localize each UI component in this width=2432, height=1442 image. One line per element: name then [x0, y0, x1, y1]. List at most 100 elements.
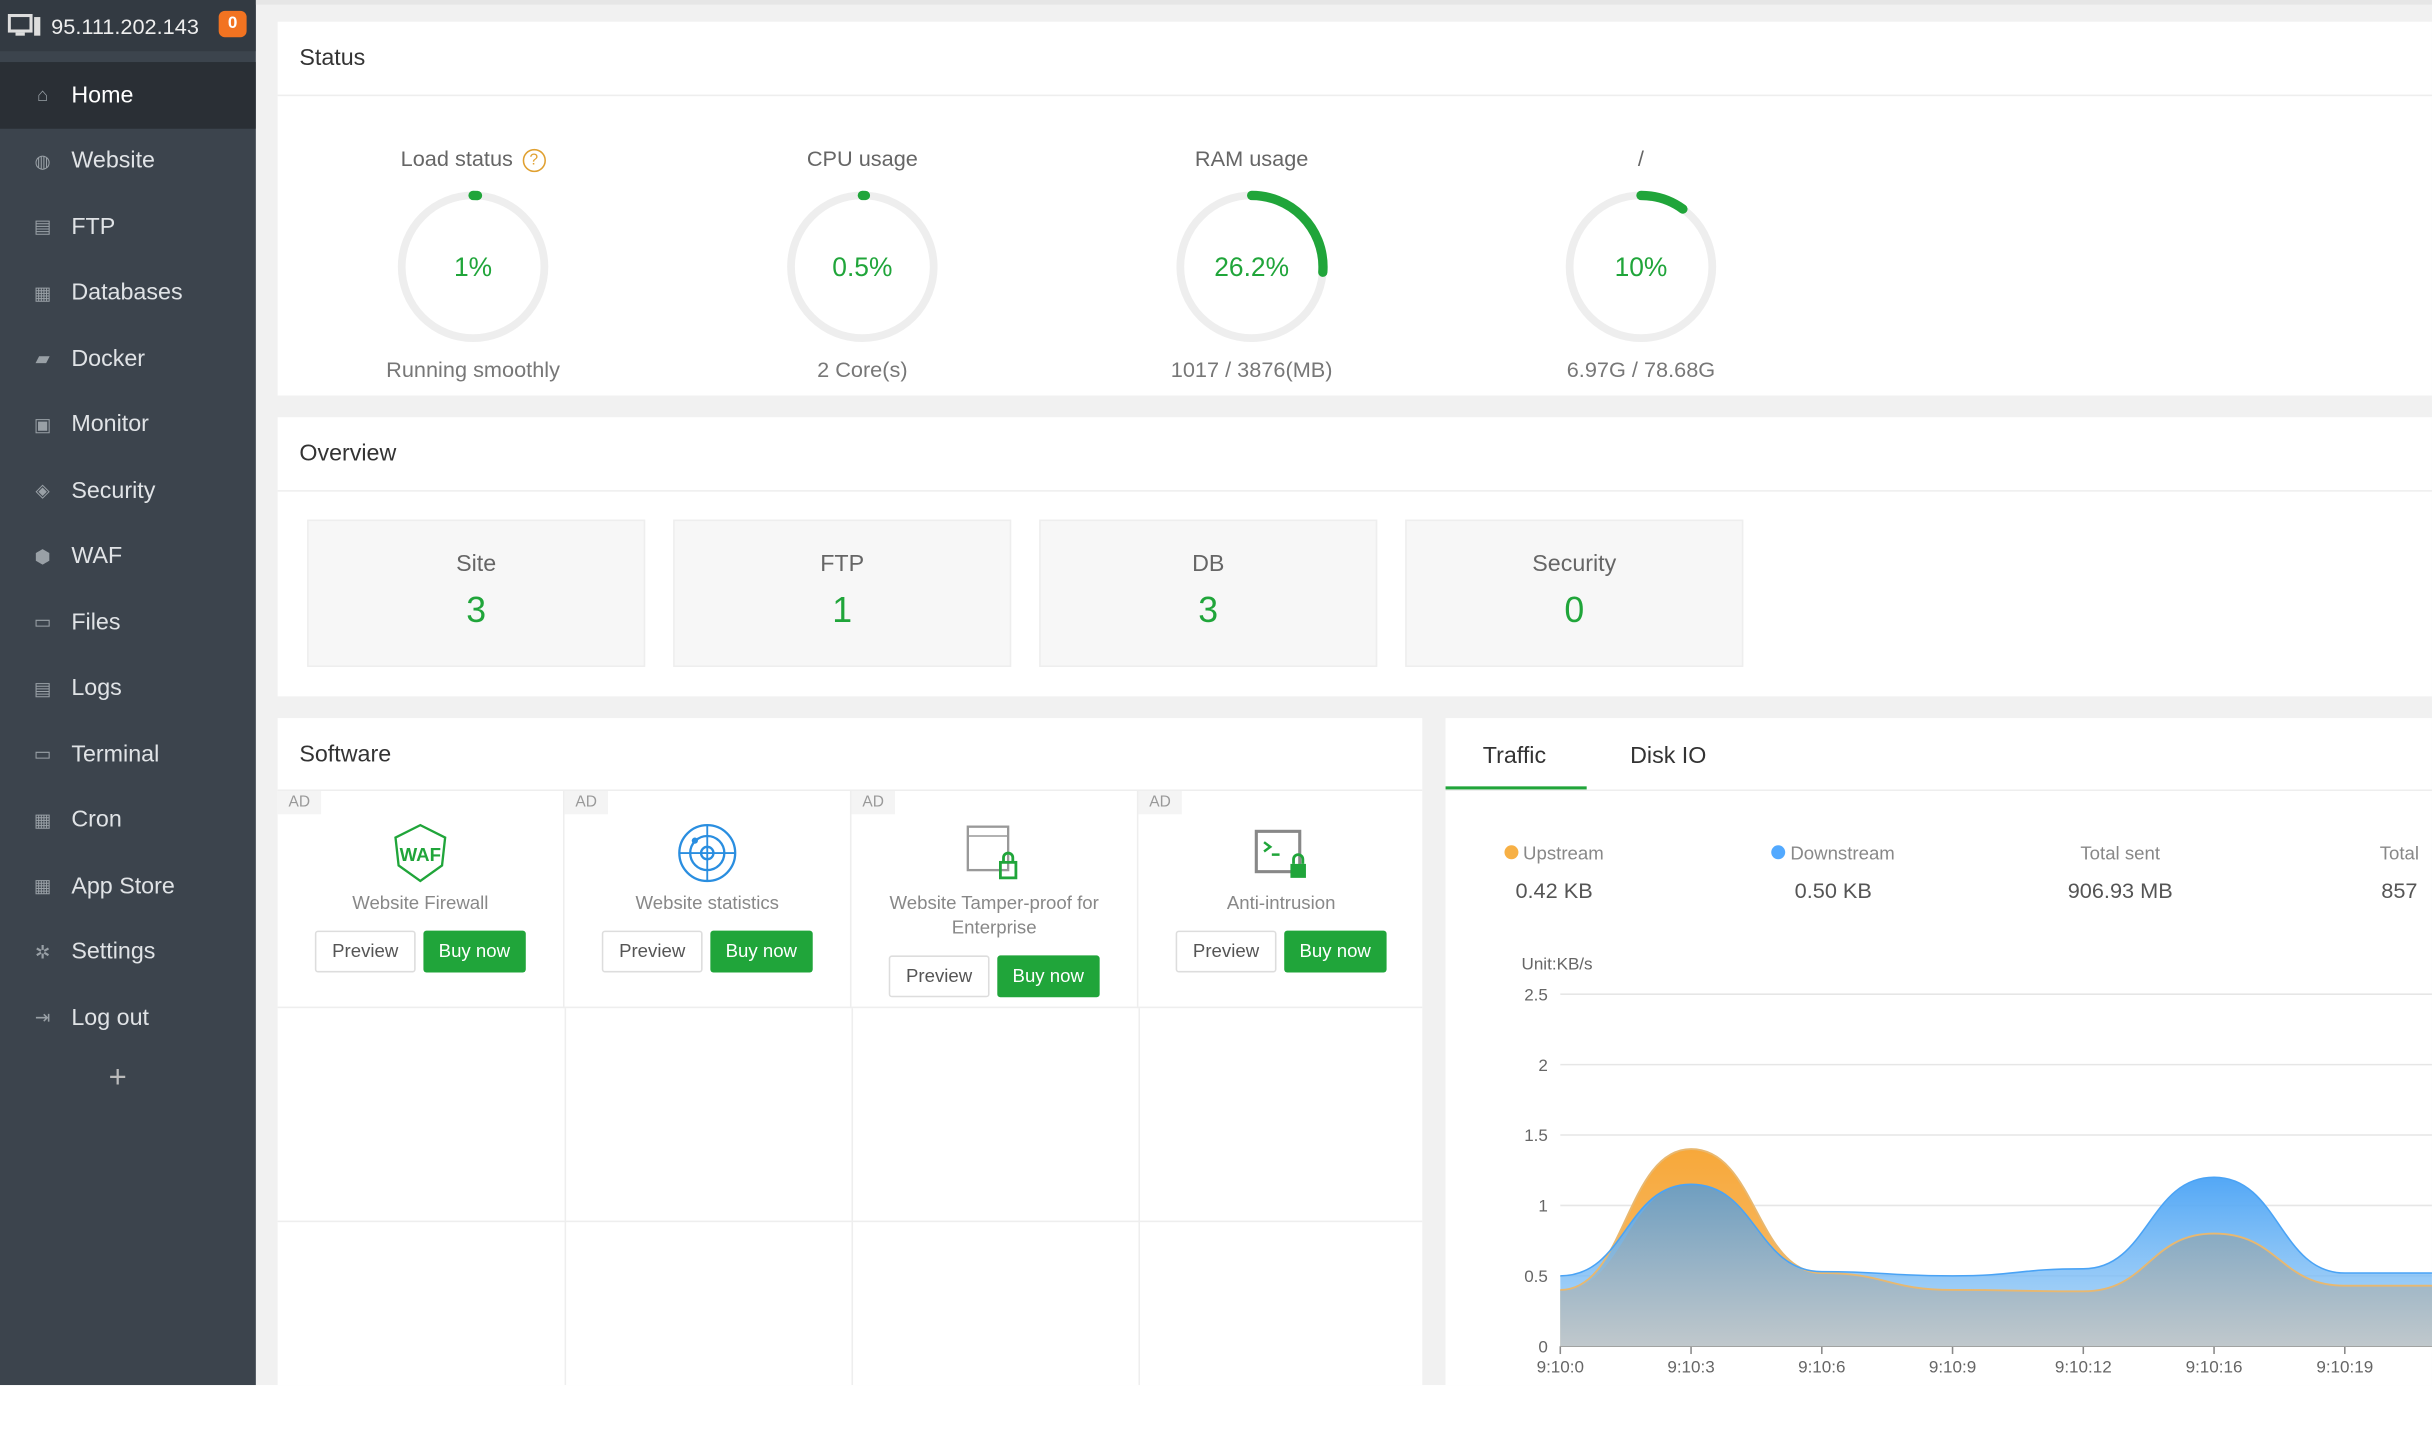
gauge-1: CPU usage 0.5% 2 Core(s) — [738, 146, 986, 382]
y-tick-label: 0 — [1538, 1337, 1547, 1356]
grid-icon: ▦ — [33, 875, 52, 897]
stat-label: Upstream — [1523, 842, 1604, 864]
sidebar-item-waf[interactable]: ⬢ WAF — [0, 523, 256, 589]
home-icon: ⌂ — [37, 84, 49, 106]
sidebar-item-ftp[interactable]: ▤ FTP — [0, 194, 256, 260]
gauge-value: 10% — [1615, 252, 1668, 282]
gauge-ring: 10% — [1564, 190, 1717, 343]
add-menu-button[interactable]: + — [109, 1061, 127, 1097]
gauge-value: 26.2% — [1214, 252, 1289, 282]
notification-badge[interactable]: 0 — [218, 10, 247, 38]
sidebar-item-files[interactable]: ▭ Files — [0, 589, 256, 655]
gauge-value: 0.5% — [832, 252, 892, 282]
buy-now-button[interactable]: Buy now — [1283, 930, 1387, 973]
gauge-label: CPU usage — [806, 145, 918, 171]
preview-button[interactable]: Preview — [315, 930, 416, 973]
software-name: Website Tamper-proof for Enterprise — [889, 891, 1099, 939]
sidebar-item-home[interactable]: ⌂ Home — [0, 62, 256, 128]
server-ip: 95.111.202.143 — [51, 13, 199, 38]
software-card: AD Website Tamper-proof for Enterprise P… — [851, 791, 1139, 1009]
gauge-2: RAM usage 26.2% 1017 / 3876(MB) — [1128, 146, 1376, 382]
svg-text:WAF: WAF — [400, 844, 441, 865]
stat-label: Total sent — [2080, 842, 2161, 864]
radar-icon — [676, 822, 738, 884]
x-tick-label: 9:10:12 — [2055, 1358, 2112, 1377]
overview-count: 3 — [1198, 589, 1219, 630]
sidebar-item-app-store[interactable]: ▦ App Store — [0, 853, 256, 919]
ad-tag: AD — [851, 791, 895, 815]
sidebar-item-terminal[interactable]: ▭ Terminal — [0, 721, 256, 787]
waf-icon: WAF — [389, 822, 451, 884]
sidebar-item-label: Databases — [71, 279, 183, 306]
overview-label: Security — [1532, 550, 1617, 577]
gauge-detail: 2 Core(s) — [817, 356, 908, 382]
overview-card-ftp[interactable]: FTP 1 — [673, 519, 1012, 667]
buy-now-button[interactable]: Buy now — [997, 955, 1100, 998]
tab-disk-io[interactable]: Disk IO — [1630, 743, 1706, 769]
sidebar-item-security[interactable]: ◈ Security — [0, 458, 256, 524]
overview-card-security[interactable]: Security 0 — [1405, 519, 1744, 667]
calendar-icon: ▦ — [33, 809, 52, 831]
x-tick-label: 9:10:19 — [2316, 1358, 2373, 1377]
stat-label: Total — [2379, 842, 2420, 864]
gauge-0: Load status? 1% Running smoothly — [349, 146, 597, 382]
traffic-stat: Total 857 — [2330, 842, 2432, 902]
stat-label: Downstream — [1790, 842, 1895, 864]
buy-now-button[interactable]: Buy now — [423, 930, 526, 973]
stat-value: 857 — [2381, 877, 2418, 903]
gauge-detail: 6.97G / 78.68G — [1566, 356, 1716, 382]
sidebar-item-label: Files — [71, 609, 121, 636]
software-title: Software — [299, 741, 392, 768]
traffic-stat: Downstream 0.50 KB — [1763, 842, 1903, 903]
overview-label: FTP — [820, 550, 865, 577]
status-panel: Status Load status? 1% Running smoothly C… — [277, 21, 2432, 396]
legend-dot — [1504, 845, 1519, 860]
x-tick-label: 9:10:0 — [1537, 1358, 1584, 1377]
sidebar-item-docker[interactable]: ▰ Docker — [0, 326, 256, 392]
preview-button[interactable]: Preview — [888, 955, 990, 998]
sidebar-item-log-out[interactable]: ⇥ Log out — [0, 985, 256, 1051]
software-panel: Software AD WAF Website Firewall Preview… — [277, 718, 1423, 1386]
sidebar-item-website[interactable]: ◍ Website — [0, 128, 256, 194]
globe-icon: ◍ — [34, 150, 51, 172]
overview-count: 3 — [466, 589, 487, 630]
preview-button[interactable]: Preview — [1175, 930, 1277, 973]
gauge-detail: 1017 / 3876(MB) — [1170, 356, 1333, 382]
sidebar-item-label: WAF — [71, 543, 123, 570]
software-name: Website statistics — [635, 891, 779, 914]
sidebar-item-label: Logs — [71, 675, 122, 702]
overview-title: Overview — [299, 440, 397, 467]
overview-panel: Overview Site 3 FTP 1 DB 3 Security 0 — [277, 417, 2432, 697]
software-card: AD Website statistics Preview Buy now — [564, 791, 852, 1009]
tab-traffic[interactable]: Traffic — [1483, 743, 1546, 769]
browser-lock-icon — [963, 822, 1025, 884]
ad-tag: AD — [564, 791, 608, 815]
overview-card-db[interactable]: DB 3 — [1039, 519, 1378, 667]
y-tick-label: 1.5 — [1524, 1126, 1548, 1145]
sidebar-item-databases[interactable]: ▦ Databases — [0, 260, 256, 326]
overview-count: 0 — [1564, 589, 1585, 630]
gauge-detail: Running smoothly — [386, 356, 560, 382]
x-tick-label: 9:10:6 — [1798, 1358, 1845, 1377]
sidebar-item-cron[interactable]: ▦ Cron — [0, 787, 256, 853]
sidebar-item-logs[interactable]: ▤ Logs — [0, 655, 256, 721]
help-icon[interactable]: ? — [522, 148, 546, 172]
preview-button[interactable]: Preview — [602, 930, 703, 973]
gauge-label: / — [1637, 145, 1644, 171]
sidebar-item-label: Terminal — [71, 740, 160, 768]
gauge-ring: 26.2% — [1175, 190, 1328, 343]
database-icon: ▦ — [33, 281, 52, 304]
terminal-icon: ▭ — [33, 743, 52, 766]
sidebar-item-label: Website — [71, 147, 155, 175]
legend-dot — [1771, 845, 1786, 860]
buy-now-button[interactable]: Buy now — [710, 930, 813, 973]
overview-card-site[interactable]: Site 3 — [307, 519, 646, 667]
waf-shield-icon: ⬢ — [34, 545, 51, 568]
sidebar-item-settings[interactable]: ✲ Settings — [0, 919, 256, 985]
traffic-stat: Upstream 0.42 KB — [1484, 842, 1624, 903]
ftp-icon: ▤ — [33, 215, 52, 238]
x-tick-label: 9:10:9 — [1929, 1358, 1976, 1377]
gauge-3: / 10% 6.97G / 78.68G — [1517, 146, 1765, 382]
gauge-label: Load status — [400, 145, 513, 171]
sidebar-item-monitor[interactable]: ▣ Monitor — [0, 392, 256, 458]
